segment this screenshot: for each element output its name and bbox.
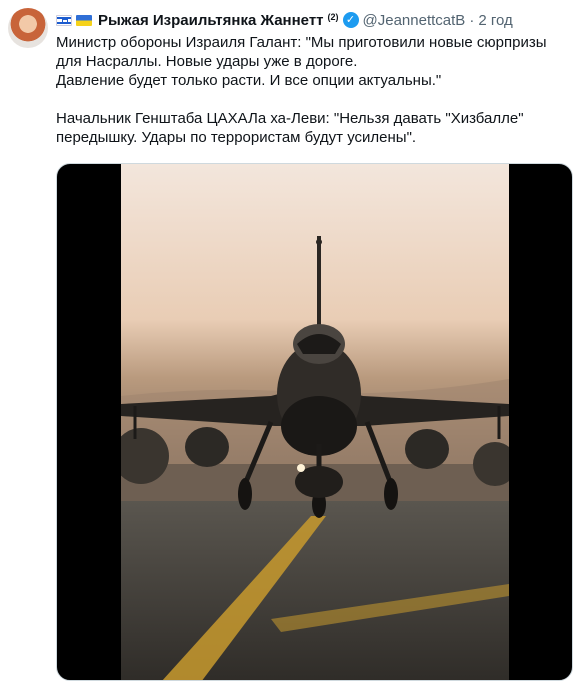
author-name[interactable]: Рыжая Израильтянка Жаннетт [98, 12, 324, 29]
header-separator: · [469, 11, 475, 29]
tweet-media-video[interactable] [56, 163, 573, 681]
tweet-header: Рыжая Израильтянка Жаннетт (2) ✓ @Jeanne… [56, 10, 576, 30]
tweet[interactable]: Рыжая Израильтянка Жаннетт (2) ✓ @Jeanne… [0, 0, 586, 687]
ukraine-flag-icon [76, 14, 92, 26]
tweet-text: Министр обороны Израиля Галант: "Мы приг… [56, 34, 547, 146]
fighter-jet-video-frame [121, 164, 509, 680]
author-name-superscript: (2) [327, 12, 339, 22]
author-avatar[interactable] [8, 8, 48, 48]
tweet-time[interactable]: 2 год [478, 12, 512, 29]
israel-flag-icon [56, 14, 72, 26]
author-handle[interactable]: @JeannettcatB [363, 12, 466, 29]
verified-badge-icon: ✓ [342, 12, 359, 28]
